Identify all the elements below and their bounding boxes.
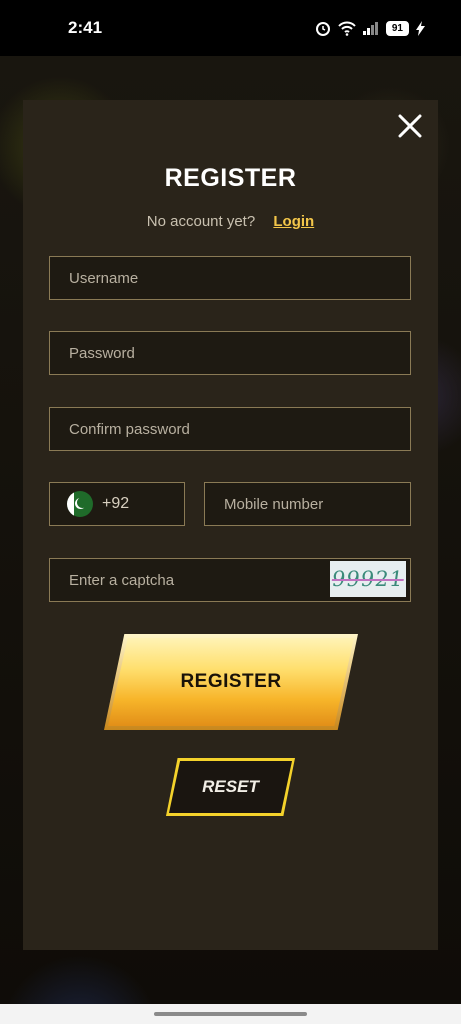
register-modal: REGISTER No account yet? Login +92 99921…	[23, 100, 438, 950]
country-code-text: +92	[102, 495, 130, 512]
mobile-number-field	[204, 482, 411, 526]
mobile-number-input[interactable]	[205, 495, 410, 513]
signal-icon	[362, 22, 378, 35]
register-button-label: REGISTER	[180, 671, 282, 692]
register-button[interactable]: REGISTER	[104, 634, 358, 730]
status-time: 2:41	[68, 18, 103, 37]
login-prompt-row: No account yet? Login	[23, 213, 438, 230]
reset-button-label: RESET	[202, 777, 259, 796]
status-bar: 2:41 91	[0, 0, 461, 56]
username-field	[49, 256, 411, 300]
captcha-code: 99921	[330, 567, 406, 591]
password-input[interactable]	[50, 344, 410, 362]
username-input[interactable]	[50, 269, 410, 287]
reset-button[interactable]: RESET	[166, 758, 295, 816]
alarm-icon	[315, 22, 330, 36]
password-field	[49, 331, 411, 375]
close-icon	[398, 114, 422, 138]
country-code-select[interactable]: +92	[49, 482, 185, 526]
login-prompt-text: No account yet?	[146, 213, 256, 230]
navigation-bar	[0, 1004, 461, 1024]
captcha-image[interactable]: 99921	[330, 561, 406, 597]
battery-icon: 91	[385, 20, 409, 36]
pakistan-flag-icon	[67, 491, 93, 517]
modal-title: REGISTER	[164, 164, 297, 192]
confirm-password-input[interactable]	[50, 420, 410, 438]
close-button[interactable]	[396, 112, 424, 140]
wifi-icon	[338, 21, 356, 36]
confirm-password-field	[49, 407, 411, 451]
status-icons: 91	[315, 20, 425, 36]
captcha-field: 99921	[49, 558, 411, 602]
home-gesture-handle[interactable]	[154, 1012, 307, 1016]
charging-icon	[416, 20, 425, 36]
login-link[interactable]: Login	[273, 213, 314, 230]
